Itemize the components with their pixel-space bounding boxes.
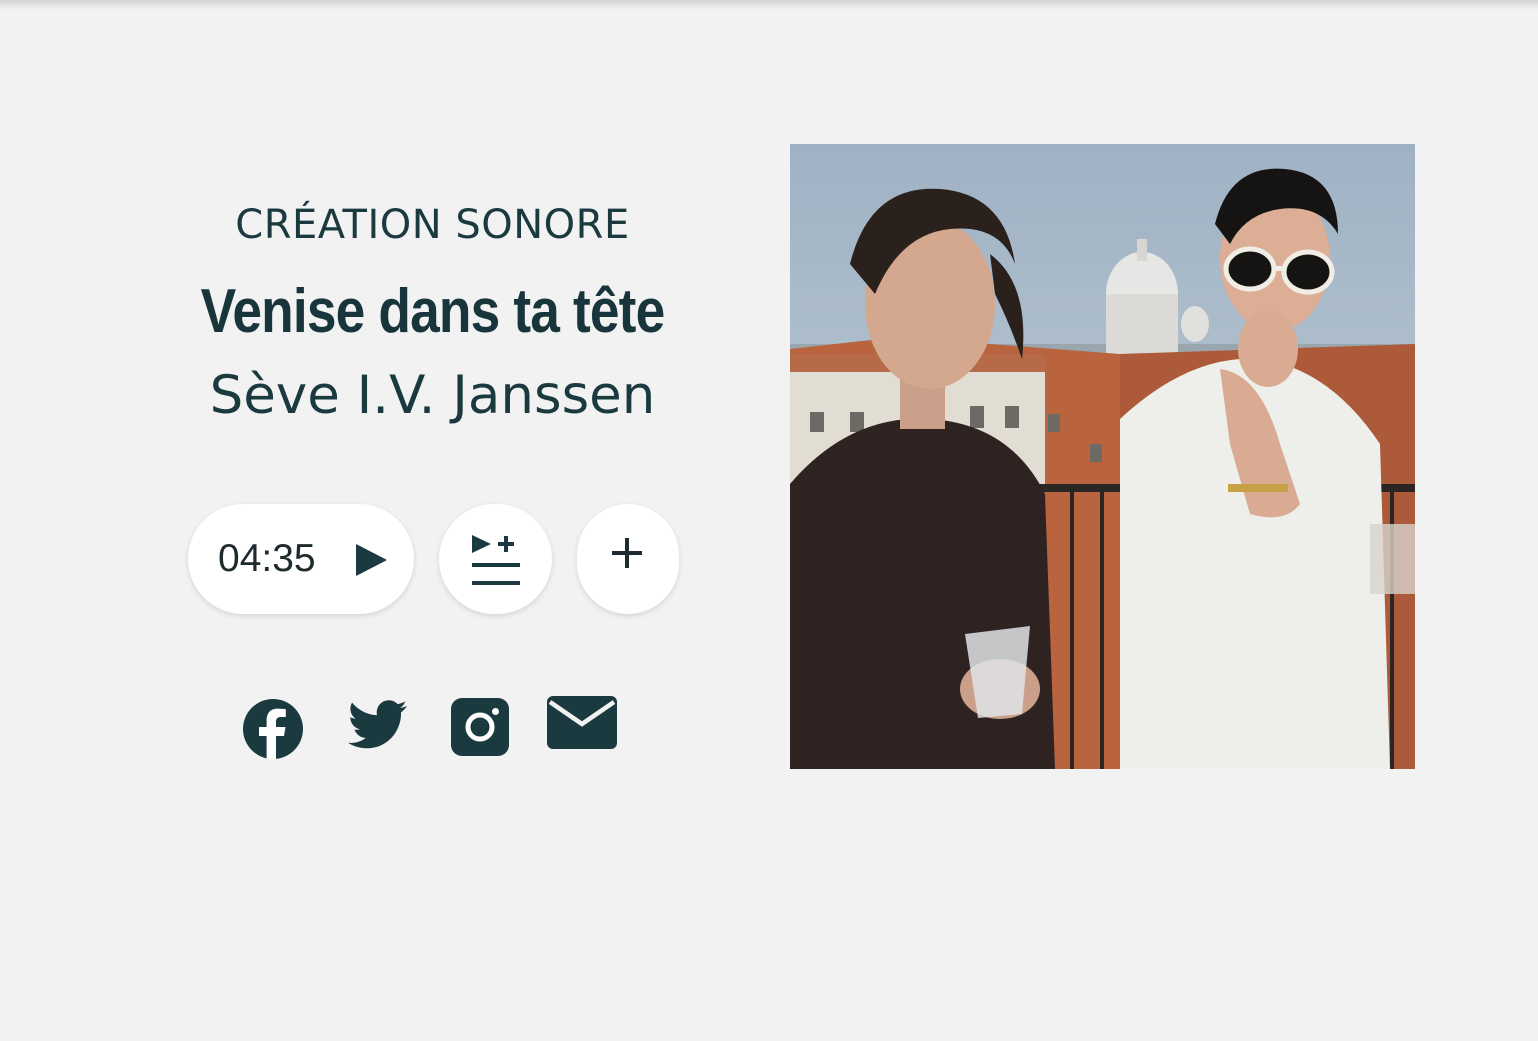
header-shadow	[0, 0, 1538, 10]
episode-info: CRÉATION SONORE Venise dans ta tête Sève…	[130, 190, 735, 436]
plus-icon	[612, 538, 642, 568]
email-icon[interactable]	[547, 696, 617, 749]
episode-cover-image	[790, 144, 1415, 769]
add-to-queue-button[interactable]	[439, 504, 552, 614]
play-icon	[356, 544, 387, 576]
episode-author[interactable]: Sève I.V. Janssen	[130, 356, 735, 436]
cover-photo	[790, 144, 1415, 769]
add-button[interactable]	[577, 504, 679, 614]
duration-label: 04:35	[218, 537, 316, 580]
add-to-queue-icon	[472, 535, 520, 585]
play-button[interactable]: 04:35	[188, 504, 414, 614]
facebook-icon[interactable]	[242, 698, 304, 760]
twitter-icon[interactable]	[348, 700, 408, 750]
episode-title: Venise dans ta tête	[200, 277, 666, 346]
episode-category: CRÉATION SONORE	[235, 202, 630, 248]
instagram-icon[interactable]	[451, 698, 509, 756]
